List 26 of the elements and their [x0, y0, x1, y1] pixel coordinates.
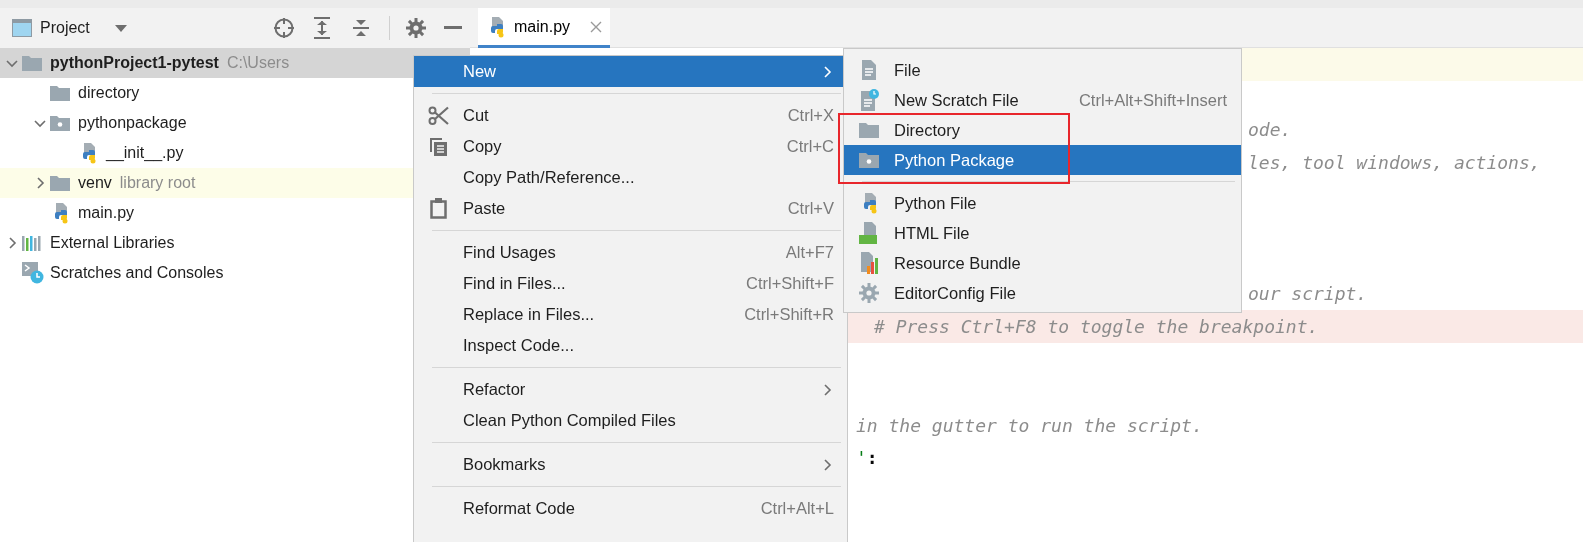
code-comment: # Press Ctrl+F8 to toggle the breakpoint. [874, 315, 1319, 340]
tree-label: main.py [78, 203, 135, 223]
tree-label: pythonProject1-pytest [50, 53, 219, 73]
shortcut-label: Ctrl+Shift+R [744, 304, 834, 326]
string-literal: ' [856, 446, 867, 471]
shortcut-label: Ctrl+C [786, 136, 834, 158]
tree-label: directory [78, 83, 140, 103]
shortcut-label: Ctrl+V [787, 198, 834, 220]
code-comment: les, tool windows, actions, [1248, 151, 1541, 176]
panel-title: Project [40, 18, 90, 38]
code-comment: our script. [1248, 282, 1368, 307]
shortcut-label: Ctrl+X [787, 105, 834, 127]
tree-label: Scratches and Consoles [50, 263, 224, 283]
shortcut-label: Ctrl+Alt+Shift+Insert [1078, 89, 1227, 111]
code-comment: ode. [1248, 118, 1292, 143]
code-text: : [866, 446, 878, 471]
tree-label: External Libraries [50, 233, 175, 253]
shortcut-label: Ctrl+Alt+L [760, 498, 834, 520]
shortcut-label: Ctrl+Shift+F [745, 273, 834, 295]
hint-text: library root [119, 173, 196, 193]
code-comment: in the gutter to run the script. [856, 413, 1203, 438]
tree-label: venv [78, 173, 112, 193]
hint-text: C:\Users [226, 53, 290, 73]
tree-label: __init__.py [106, 143, 184, 164]
tree-label: pythonpackage [78, 113, 187, 133]
shortcut-label: Alt+F7 [785, 242, 834, 264]
